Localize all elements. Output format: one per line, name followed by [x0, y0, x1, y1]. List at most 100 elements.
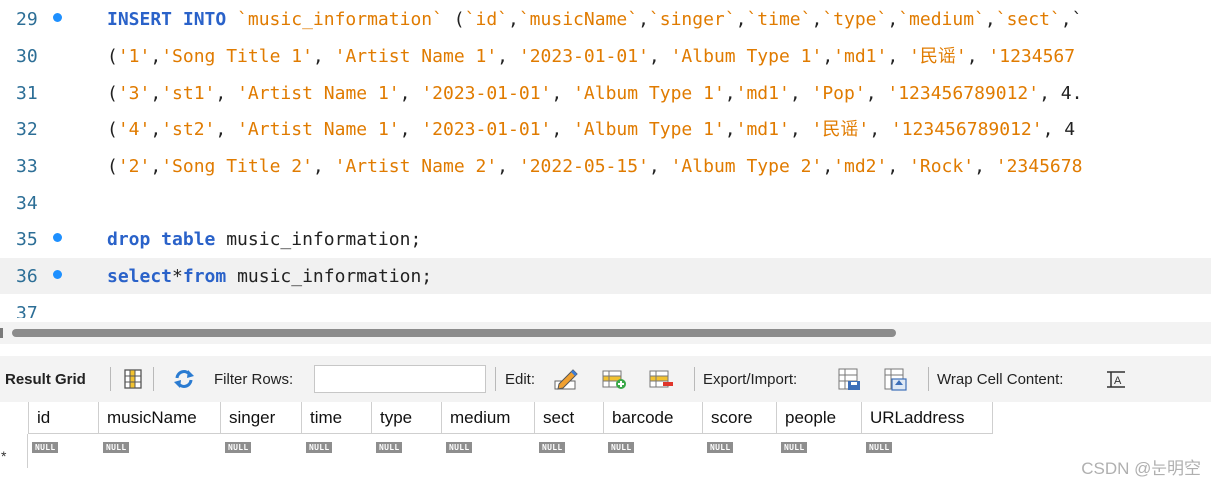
column-header-type[interactable]: type: [372, 402, 442, 434]
code-token: ,: [508, 9, 519, 30]
code-token: 'Artist Name 1': [237, 119, 400, 140]
code-token: ,: [887, 46, 910, 67]
scrollbar-thumb[interactable]: [12, 329, 896, 337]
code-token: `sect`: [995, 9, 1061, 30]
grid-cell[interactable]: NULL: [446, 437, 473, 453]
toolbar-separator: [153, 367, 154, 391]
editor-line[interactable]: 35 drop table music_information;: [0, 221, 1211, 257]
code-token: '2023-01-01': [421, 119, 552, 140]
grid-cell[interactable]: NULL: [103, 437, 130, 453]
import-icon[interactable]: [882, 367, 908, 391]
add-row-icon[interactable]: [601, 367, 627, 391]
new-row-marker[interactable]: *: [1, 448, 6, 464]
editor-line[interactable]: 37: [0, 295, 1211, 318]
grid-cell[interactable]: NULL: [866, 437, 893, 453]
code-token: ,: [648, 156, 671, 177]
grid-cell[interactable]: NULL: [306, 437, 333, 453]
editor-line[interactable]: 31 ('3','st1', 'Artist Name 1', '2023-01-…: [0, 75, 1211, 111]
delete-row-icon[interactable]: [648, 367, 674, 391]
code-token: ,: [789, 119, 812, 140]
code-token: `singer`: [648, 9, 736, 30]
editor-line[interactable]: 32 ('4','st2', 'Artist Name 1', '2023-01-…: [0, 111, 1211, 147]
code-token: INSERT INTO: [107, 9, 238, 30]
code-token: '民谣': [811, 119, 870, 140]
column-header-people[interactable]: people: [777, 402, 862, 434]
grid-cell[interactable]: NULL: [32, 437, 59, 453]
statement-marker-icon[interactable]: [53, 13, 62, 22]
code-token: ,: [789, 83, 812, 104]
code-token: 'Album Type 2': [670, 156, 823, 177]
code-token: 'st1': [161, 83, 216, 104]
column-header-musicname[interactable]: musicName: [99, 402, 221, 434]
editor-line[interactable]: 33 ('2','Song Title 2', 'Artist Name 2', …: [0, 148, 1211, 184]
column-header-urladdress[interactable]: URLaddress: [862, 402, 993, 434]
code-token: music_information;: [226, 229, 422, 250]
refresh-icon[interactable]: [171, 367, 197, 391]
sql-editor[interactable]: 29 INSERT INTO `music_information` (`id`,…: [0, 0, 1211, 318]
column-header-score[interactable]: score: [703, 402, 777, 434]
code-token: ,: [966, 46, 989, 67]
wrap-text-icon[interactable]: A: [1103, 367, 1129, 391]
code-token: select: [107, 266, 173, 287]
wrap-cell-content-label: Wrap Cell Content:: [937, 356, 1063, 402]
editor-line[interactable]: 29 INSERT INTO `music_information` (`id`,…: [0, 1, 1211, 37]
code-token: '4': [117, 119, 151, 140]
grid-cell[interactable]: NULL: [707, 437, 734, 453]
code-text[interactable]: ('2','Song Title 2', 'Artist Name 2', '2…: [107, 155, 1082, 179]
column-header-time[interactable]: time: [302, 402, 372, 434]
code-text[interactable]: INSERT INTO `music_information` (`id`,`m…: [107, 8, 1082, 32]
filter-rows-input[interactable]: [314, 365, 486, 393]
grid-cell[interactable]: NULL: [608, 437, 635, 453]
code-token: ,: [724, 119, 736, 140]
code-token: '2023-01-01': [518, 46, 649, 67]
edit-pencil-icon[interactable]: [553, 367, 579, 391]
export-import-text: Export/Import:: [703, 370, 798, 388]
editor-line[interactable]: 36 select*from music_information;: [0, 258, 1211, 294]
code-token: , 4: [1042, 119, 1076, 140]
grid-cell[interactable]: NULL: [781, 437, 808, 453]
code-token: , 4.: [1039, 83, 1083, 104]
toolbar-separator: [928, 367, 929, 391]
code-token: ,: [497, 46, 519, 67]
null-badge: NULL: [306, 442, 333, 453]
code-token: ,: [551, 83, 574, 104]
toolbar-separator: [694, 367, 695, 391]
result-grid-tab[interactable]: Result Grid: [5, 356, 86, 402]
editor-line[interactable]: 30 ('1','Song Title 1', 'Artist Name 1', …: [0, 38, 1211, 74]
grid-layout-icon[interactable]: [121, 367, 147, 391]
null-badge: NULL: [32, 442, 59, 453]
grid-cell[interactable]: NULL: [225, 437, 252, 453]
editor-horizontal-scrollbar[interactable]: [0, 322, 1211, 344]
code-token: ,: [865, 83, 888, 104]
code-token: `type`: [822, 9, 888, 30]
grid-cell[interactable]: NULL: [539, 437, 566, 453]
column-header-medium[interactable]: medium: [442, 402, 535, 434]
code-token: (: [107, 156, 118, 177]
code-token: music_information;: [237, 266, 433, 287]
code-text[interactable]: ('4','st2', 'Artist Name 1', '2023-01-01…: [107, 118, 1075, 142]
column-header-barcode[interactable]: barcode: [604, 402, 703, 434]
code-token: ,: [312, 156, 335, 177]
code-token: (: [107, 46, 118, 67]
code-token: ,: [822, 46, 834, 67]
null-badge: NULL: [225, 442, 252, 453]
code-text[interactable]: drop table music_information;: [107, 228, 421, 252]
statement-marker-icon[interactable]: [53, 233, 62, 242]
code-token: ,: [735, 9, 747, 30]
code-token: 'Album Type 1': [573, 119, 725, 140]
editor-line[interactable]: 34: [0, 185, 1211, 221]
code-text[interactable]: select*from music_information;: [107, 265, 432, 289]
column-header-singer[interactable]: singer: [221, 402, 302, 434]
grid-cell[interactable]: NULL: [376, 437, 403, 453]
export-icon[interactable]: [836, 367, 862, 391]
code-text[interactable]: ('1','Song Title 1', 'Artist Name 1', '2…: [107, 45, 1075, 69]
statement-marker-icon[interactable]: [53, 270, 62, 279]
code-text[interactable]: ('3','st1', 'Artist Name 1', '2023-01-01…: [107, 82, 1082, 106]
wrap-text: Wrap Cell Content:: [937, 370, 1064, 388]
code-token: '2': [117, 156, 151, 177]
column-header-sect[interactable]: sect: [535, 402, 604, 434]
column-header-id[interactable]: id: [28, 402, 99, 434]
row-gutter: [27, 434, 28, 468]
result-grid[interactable]: * CSDN @눈明空 id NULL musicName NULL singer NUL…: [0, 402, 1211, 493]
code-token: '2345678: [995, 156, 1083, 177]
